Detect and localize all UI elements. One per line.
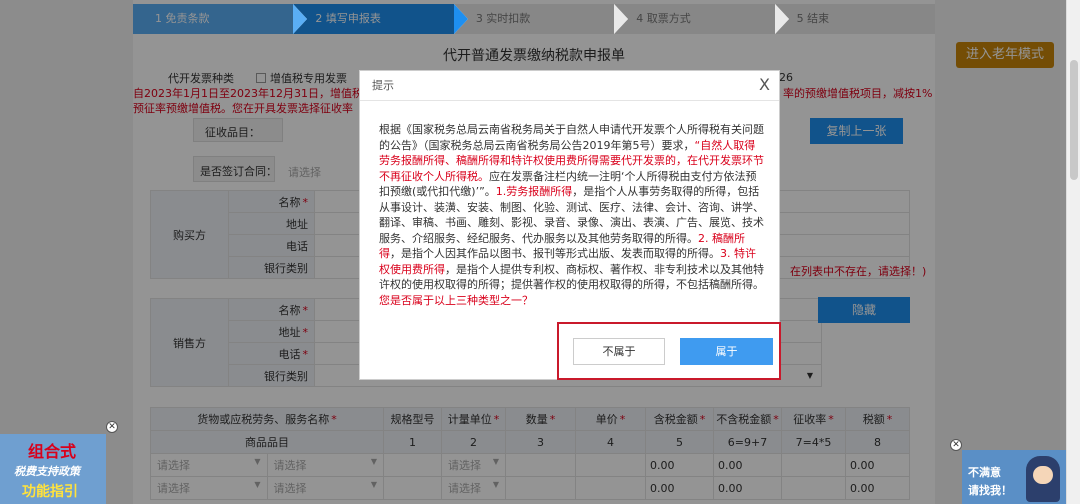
banner-title: 组合式	[28, 442, 77, 461]
not-belong-button[interactable]: 不属于	[573, 338, 665, 365]
banner-subtitle: 税费支持政策	[14, 465, 80, 478]
scroll-thumb[interactable]	[1070, 60, 1078, 180]
officer-face-icon	[1033, 466, 1053, 484]
close-icon[interactable]: ✕	[106, 421, 118, 433]
page-scrollbar[interactable]	[1066, 0, 1080, 504]
feedback-line-1: 不满意	[968, 466, 1001, 479]
banner-caption: 功能指引	[22, 484, 78, 500]
prompt-dialog: 提示 X 根据《国家税务总局云南省税务局关于自然人申请代开发票个人所得税有关问题…	[359, 70, 781, 380]
feedback-banner[interactable]: 不满意 请找我！	[962, 450, 1066, 504]
close-icon[interactable]: X	[759, 75, 770, 95]
feedback-line-2: 请找我！	[968, 484, 1012, 497]
dialog-message: 根据《国家税务总局云南省税务局关于自然人申请代开发票个人所得税有关问题的公告》（…	[379, 123, 764, 307]
dialog-title: 提示	[360, 71, 779, 101]
close-icon[interactable]: ✕	[950, 439, 962, 451]
policy-guide-banner[interactable]: 组合式 税费支持政策 功能指引	[0, 434, 106, 504]
belong-button[interactable]: 属于	[680, 338, 773, 365]
